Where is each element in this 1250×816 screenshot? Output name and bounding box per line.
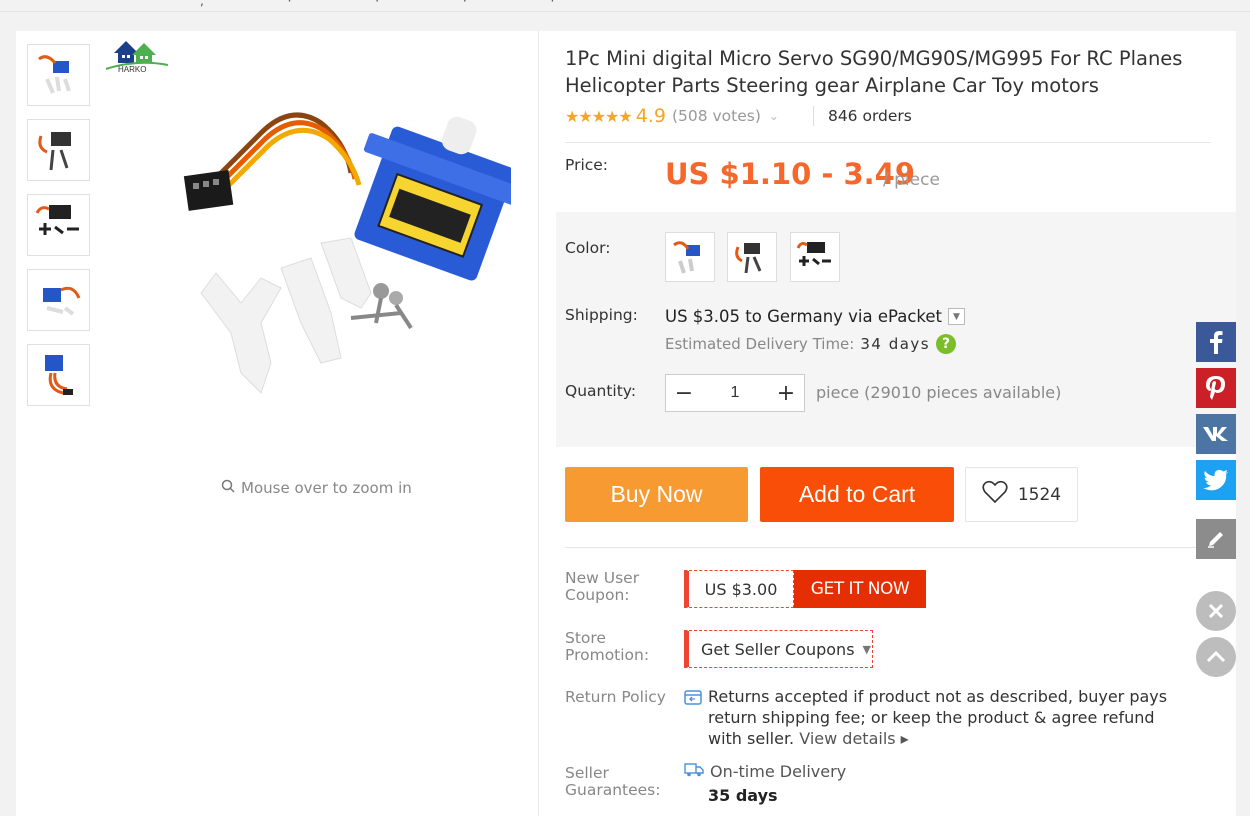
- brand-logo: HARKO: [102, 31, 172, 79]
- return-policy: Returns accepted if product not as descr…: [684, 686, 1184, 749]
- buy-now-button[interactable]: Buy Now: [565, 467, 748, 522]
- price-label: Price:: [565, 156, 609, 174]
- thumbnail-1[interactable]: [27, 44, 90, 106]
- zoom-hint: Mouse over to zoom in: [221, 479, 412, 497]
- top-nav-strip: , · · · ·: [0, 0, 1250, 12]
- seller-guarantees-label: Seller Guarantees:: [565, 764, 661, 799]
- vk-icon[interactable]: [1196, 414, 1236, 454]
- thumbnail-2[interactable]: [27, 119, 90, 181]
- add-to-cart-button[interactable]: Add to Cart: [760, 467, 954, 522]
- wishlist-button[interactable]: 1524: [965, 467, 1078, 522]
- seller-coupons-text: Get Seller Coupons: [701, 639, 855, 659]
- return-icon: [684, 689, 702, 710]
- color-swatch-1[interactable]: [665, 232, 715, 282]
- color-label: Color:: [565, 239, 611, 257]
- minus-icon[interactable]: −: [674, 381, 694, 406]
- brand-logo-text: HARKO: [118, 65, 147, 74]
- delivery-estimate-days: 34 days: [860, 335, 931, 353]
- product-title: 1Pc Mini digital Micro Servo SG90/MG90S/…: [565, 47, 1183, 97]
- on-time-delivery-text: On-time Delivery: [710, 762, 847, 781]
- product-main-image[interactable]: [171, 73, 529, 403]
- seller-coupons-dropdown[interactable]: Get Seller Coupons ▼: [684, 630, 873, 668]
- truck-icon: [684, 762, 704, 781]
- coupon-label: New User Coupon:: [565, 569, 640, 604]
- price-unit: / piece: [883, 170, 940, 190]
- twitter-icon[interactable]: [1196, 460, 1236, 500]
- delivery-estimate: Estimated Delivery Time: 34 days ?: [665, 334, 957, 354]
- view-details-link[interactable]: View details ▸: [799, 729, 908, 748]
- divider: [565, 547, 1211, 548]
- store-promotion-label: Store Promotion:: [565, 629, 650, 664]
- price-value: US $1.10 - 3.49: [665, 157, 916, 191]
- on-time-delivery: On-time Delivery: [684, 762, 846, 781]
- product-card: HARKO Mouse over to zoom in 1Pc Mini dig…: [16, 31, 1236, 816]
- quantity-available: piece (29010 pieces available): [816, 383, 1062, 402]
- rating-votes[interactable]: (508 votes): [672, 107, 761, 125]
- thumbnail-3[interactable]: [27, 194, 90, 256]
- divider: [565, 142, 1211, 143]
- new-user-coupon: US $3.00 GET IT NOW: [684, 570, 926, 608]
- divider: [812, 106, 814, 126]
- scroll-top-icon[interactable]: [1196, 637, 1236, 677]
- thumbnail-4[interactable]: [27, 269, 90, 331]
- heart-icon: [982, 480, 1008, 509]
- wishlist-count: 1524: [1017, 484, 1062, 505]
- caret-down-icon: ▼: [862, 642, 871, 656]
- quantity-label: Quantity:: [565, 382, 637, 400]
- shipping-label: Shipping:: [565, 306, 638, 324]
- pinterest-icon[interactable]: [1196, 368, 1236, 408]
- coupon-amount: US $3.00: [684, 570, 794, 608]
- edit-icon[interactable]: [1196, 519, 1236, 559]
- rating-stars: ★★★★★: [565, 106, 633, 126]
- color-swatch-2[interactable]: [727, 232, 777, 282]
- color-swatch-3[interactable]: [790, 232, 840, 282]
- rating-score: 4.9: [635, 105, 666, 127]
- zoom-hint-text: Mouse over to zoom in: [241, 479, 412, 497]
- thumbnail-5[interactable]: [27, 344, 90, 406]
- quantity-stepper: − +: [665, 374, 805, 412]
- get-it-now-button[interactable]: GET IT NOW: [794, 570, 926, 608]
- zoom-icon: [221, 479, 235, 497]
- return-policy-label: Return Policy: [565, 688, 666, 706]
- product-gallery: HARKO Mouse over to zoom in: [16, 31, 539, 816]
- chevron-down-icon[interactable]: ▼: [948, 308, 966, 325]
- facebook-icon[interactable]: [1196, 322, 1236, 362]
- help-icon[interactable]: ?: [936, 334, 957, 354]
- delivery-estimate-label: Estimated Delivery Time:: [665, 335, 855, 353]
- return-policy-text: Returns accepted if product not as descr…: [708, 687, 1168, 748]
- chevron-down-icon[interactable]: ⌄: [769, 109, 779, 123]
- options-panel: [556, 212, 1236, 447]
- shipping-text: US $3.05 to Germany via ePacket: [665, 307, 943, 326]
- shipping-selector[interactable]: US $3.05 to Germany via ePacket ▼: [665, 307, 966, 326]
- rating-row: ★★★★★ 4.9 (508 votes) ⌄ 846 orders: [565, 105, 912, 127]
- plus-icon[interactable]: +: [776, 381, 796, 406]
- quantity-input[interactable]: [705, 384, 765, 402]
- orders-count: 846 orders: [827, 107, 912, 125]
- close-icon[interactable]: [1196, 591, 1236, 631]
- guarantee-days: 35 days: [708, 786, 778, 805]
